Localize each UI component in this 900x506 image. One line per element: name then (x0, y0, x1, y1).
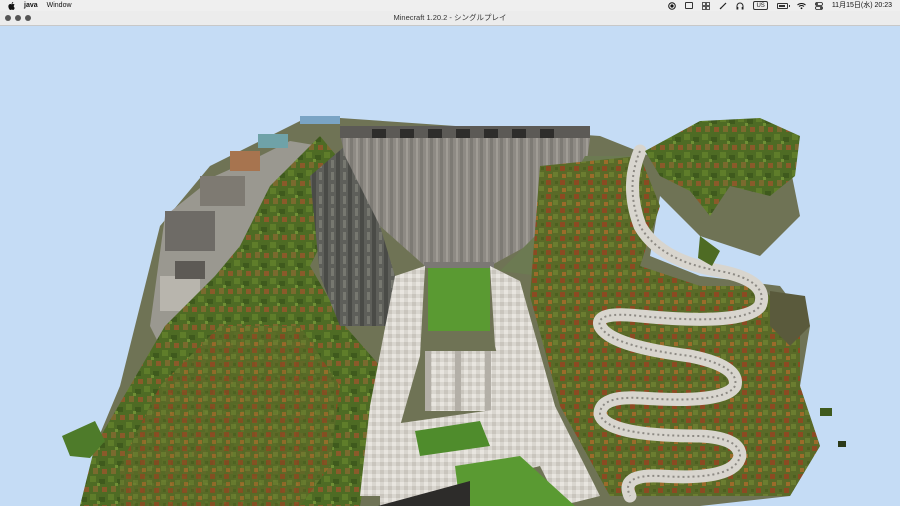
close-button[interactable] (5, 15, 11, 21)
window-titlebar[interactable]: Minecraft 1.20.2 - シングルプレイ (0, 11, 900, 26)
minimize-button[interactable] (15, 15, 21, 21)
window-manager-icon[interactable] (685, 1, 694, 10)
world-render (0, 26, 900, 506)
battery-icon[interactable] (776, 1, 790, 10)
app-menu-java[interactable]: java (24, 1, 38, 10)
record-icon[interactable] (668, 1, 677, 10)
apple-menu-icon[interactable] (8, 1, 15, 10)
game-viewport[interactable] (0, 26, 900, 506)
headphones-icon[interactable] (736, 1, 744, 10)
menu-window[interactable]: Window (47, 1, 72, 10)
grid-icon[interactable] (702, 1, 711, 10)
zoom-button[interactable] (25, 15, 31, 21)
menubar-clock[interactable]: 11月15日(水) 20:23 (832, 1, 892, 10)
window-title: Minecraft 1.20.2 - シングルプレイ (393, 13, 507, 22)
wifi-icon[interactable] (796, 1, 806, 10)
minecraft-window: Minecraft 1.20.2 - シングルプレイ (0, 11, 900, 506)
input-source-indicator[interactable]: US (753, 1, 768, 10)
control-center-icon[interactable] (814, 1, 823, 10)
stylus-icon[interactable] (719, 1, 727, 10)
